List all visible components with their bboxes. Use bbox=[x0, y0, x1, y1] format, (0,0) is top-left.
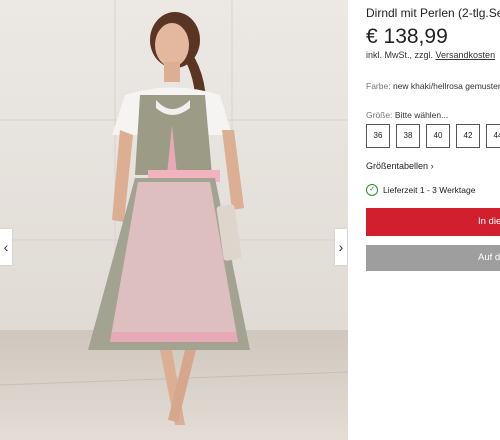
size-label: Größe: bbox=[366, 110, 393, 120]
size-button-36[interactable]: 36 bbox=[366, 124, 390, 148]
size-table-link[interactable]: Größentabellen › bbox=[366, 161, 434, 171]
check-circle-icon: ✓ bbox=[366, 184, 378, 196]
product-info-panel: Dirndl mit Perlen (2-tlg.Set) € 138,99 i… bbox=[348, 0, 500, 440]
tax-prefix: inkl. MwSt., zzgl. bbox=[366, 50, 434, 60]
product-title: Dirndl mit Perlen (2-tlg.Set) bbox=[366, 6, 500, 20]
size-value: Bitte wählen... bbox=[394, 110, 449, 120]
wishlist-button[interactable]: Auf d bbox=[366, 245, 500, 271]
size-button-38[interactable]: 38 bbox=[396, 124, 420, 148]
product-image-gallery[interactable]: ‹ › bbox=[0, 0, 348, 440]
shipping-costs-link[interactable]: Versandkosten bbox=[436, 50, 496, 60]
gallery-prev-button[interactable]: ‹ bbox=[0, 229, 12, 265]
size-info: Größe: Bitte wählen... bbox=[366, 110, 448, 120]
size-button-40[interactable]: 40 bbox=[426, 124, 450, 148]
chevron-right-icon: › bbox=[430, 161, 434, 171]
size-selector: 36 38 40 42 44 bbox=[366, 124, 500, 148]
product-price: € 138,99 bbox=[366, 25, 448, 48]
add-to-cart-button[interactable]: In die bbox=[366, 208, 500, 236]
delivery-info: ✓ Lieferzeit 1 - 3 Werktage bbox=[366, 184, 475, 196]
color-label: Farbe: bbox=[366, 81, 391, 91]
size-button-42[interactable]: 42 bbox=[456, 124, 480, 148]
tax-note: inkl. MwSt., zzgl. Versandkosten i bbox=[366, 50, 500, 61]
color-value: new khaki/hellrosa gemuster bbox=[392, 81, 500, 91]
size-table-label: Größentabellen bbox=[366, 161, 429, 171]
color-info: Farbe: new khaki/hellrosa gemuster bbox=[366, 81, 500, 91]
size-button-44[interactable]: 44 bbox=[486, 124, 500, 148]
gallery-next-button[interactable]: › bbox=[335, 229, 347, 265]
delivery-text: Lieferzeit 1 - 3 Werktage bbox=[383, 185, 476, 195]
product-photo bbox=[0, 0, 348, 440]
